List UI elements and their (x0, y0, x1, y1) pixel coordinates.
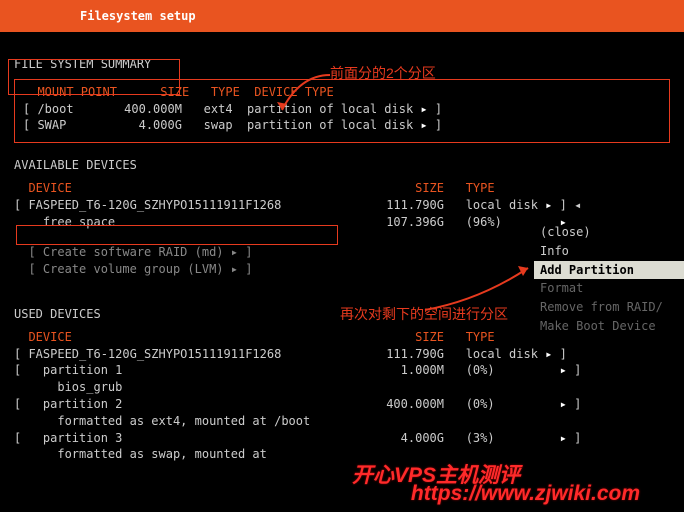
window-title-bar: Filesystem setup (0, 0, 684, 32)
used-part1-sub: bios_grub (14, 379, 670, 396)
menu-close[interactable]: (close) (534, 223, 684, 242)
used-part3-sub: formatted as swap, mounted at (14, 446, 670, 463)
watermark-cn: 开心VPS主机测评 (352, 461, 520, 490)
annotation-mid: 再次对剩下的空间进行分区 (340, 305, 508, 325)
fs-row-swap[interactable]: [ SWAP 4.000G swap partition of local di… (23, 117, 661, 134)
chevron-left-icon: ◂ (574, 198, 581, 212)
watermark: 开心VPS主机测评 https://www.zjwiki.com (411, 479, 640, 508)
chevron-right-icon: ▸ (231, 245, 238, 259)
used-part1-row[interactable]: [ partition 1 1.000M (0%) ▸ ] (14, 362, 670, 379)
annotation-top: 前面分的2个分区 (330, 64, 436, 84)
available-device-row[interactable]: [ FASPEED_T6-120G_SZHYPO15111911F1268 11… (14, 197, 670, 214)
available-title: AVAILABLE DEVICES (14, 157, 670, 174)
chevron-right-icon: ▸ (420, 118, 427, 132)
fs-summary-box: MOUNT POINT SIZE TYPE DEVICE TYPE [ /boo… (14, 79, 670, 143)
menu-info[interactable]: Info (534, 242, 684, 261)
used-device-row[interactable]: [ FASPEED_T6-120G_SZHYPO15111911F1268 11… (14, 346, 670, 363)
menu-add-partition[interactable]: Add Partition (534, 261, 684, 280)
fs-row-boot[interactable]: [ /boot 400.000M ext4 partition of local… (23, 101, 661, 118)
chevron-right-icon: ▸ (231, 262, 238, 276)
chevron-right-icon: ▸ (545, 347, 552, 361)
menu-remove: Remove from RAID/ (534, 298, 684, 317)
chevron-right-icon: ▸ (560, 363, 567, 377)
window-title: Filesystem setup (80, 8, 196, 25)
fs-summary-header: MOUNT POINT SIZE TYPE DEVICE TYPE (23, 84, 661, 101)
chevron-right-icon: ▸ (545, 198, 552, 212)
chevron-right-icon: ▸ (560, 431, 567, 445)
used-part2-sub: formatted as ext4, mounted at /boot (14, 413, 670, 430)
available-header: DEVICE SIZE TYPE (14, 180, 670, 197)
used-part2-row[interactable]: [ partition 2 400.000M (0%) ▸ ] (14, 396, 670, 413)
chevron-right-icon: ▸ (560, 397, 567, 411)
menu-format: Format (534, 279, 684, 298)
chevron-right-icon: ▸ (420, 102, 427, 116)
used-part3-row[interactable]: [ partition 3 4.000G (3%) ▸ ] (14, 430, 670, 447)
menu-boot: Make Boot Device (534, 317, 684, 336)
context-menu: (close) Info Add Partition Format Remove… (534, 223, 684, 336)
